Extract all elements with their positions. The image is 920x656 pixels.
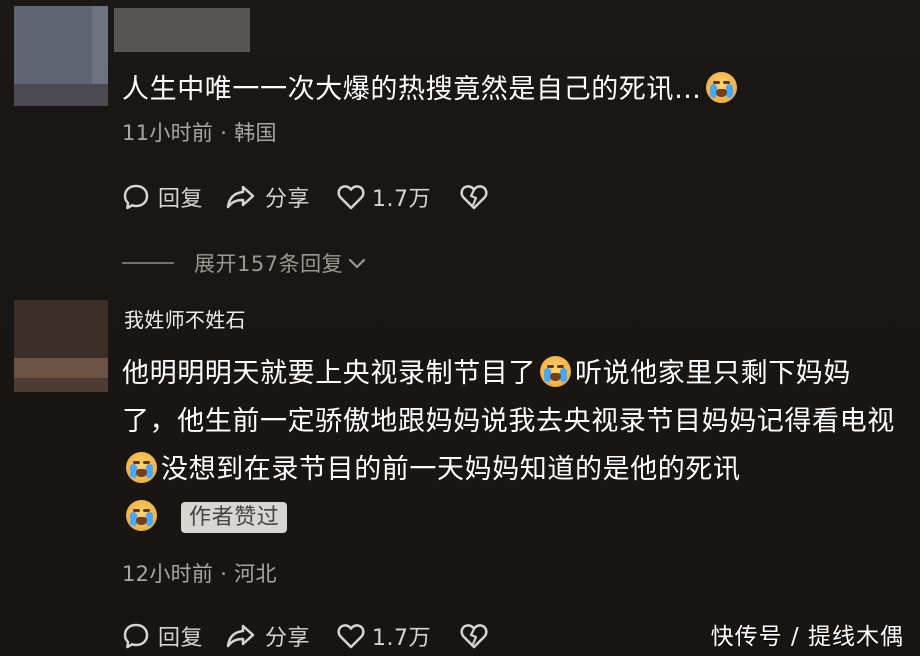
share-button[interactable]: 分享 [225,179,310,215]
comment-actions: 回复 分享 1.7万 [122,179,489,215]
expand-replies-label: 展开157条回复 [194,252,344,276]
comment-meta: 12小时前 · 河北 [122,562,277,586]
like-button[interactable]: 1.7万 [336,179,431,215]
crying-face-icon [126,500,157,531]
crying-face-icon [540,356,571,387]
chevron-down-icon [348,258,366,269]
share-arrow-icon [226,624,255,648]
crying-face-icon [126,452,157,483]
heart-icon [337,185,365,210]
like-count: 1.7万 [372,187,432,212]
comment-text-part-3: 没想到在录节目的前一天妈妈知道的是他的死讯 [161,454,741,485]
share-button[interactable]: 分享 [225,618,310,654]
crying-face-icon [705,72,737,103]
comment-text-body: 人生中唯一一次大爆的热搜竟然是自己的死讯… [122,74,702,105]
share-label: 分享 [265,626,311,651]
comment-1: 人生中唯一一次大爆的热搜竟然是自己的死讯… 11小时前 · 韩国 回复 分享 1… [0,0,920,290]
author-liked-badge: 作者赞过 [181,502,288,533]
comments-page: 人生中唯一一次大爆的热搜竟然是自己的死讯… 11小时前 · 韩国 回复 分享 1… [0,0,920,656]
heart-icon [337,624,365,649]
dislike-button[interactable] [459,179,489,215]
avatar-block-middle [14,358,108,378]
comment-text-part-1: 他明明明天就要上央视录制节目了 [122,358,536,389]
like-count: 1.7万 [372,626,432,651]
broken-heart-icon [460,624,488,649]
reply-label: 回复 [158,626,204,651]
blurred-username [114,8,250,52]
avatar-block-top [14,300,108,358]
commenter-username[interactable]: 我姓师不姓石 [124,304,246,336]
broken-heart-icon [460,185,488,210]
comment-actions: 回复 分享 1.7万 [122,618,489,654]
comment-meta: 11小时前 · 韩国 [122,121,277,145]
commenter-avatar[interactable] [14,6,108,106]
expand-divider [122,262,174,264]
reply-bubble-icon [123,623,149,649]
reply-bubble-icon [123,184,149,210]
reply-button[interactable]: 回复 [122,179,203,215]
share-label: 分享 [265,187,311,212]
like-button[interactable]: 1.7万 [336,618,431,654]
comment-2: 我姓师不姓石 他明明明天就要上央视录制节目了 听说他家里只剩下妈妈了，他生前一定骄… [0,292,920,656]
reply-label: 回复 [158,187,204,212]
share-arrow-icon [226,185,255,209]
avatar-block-bottom [14,84,108,106]
comment-text: 他明明明天就要上央视录制节目了 听说他家里只剩下妈妈了，他生前一定骄傲地跟妈妈说我… [122,350,902,542]
source-watermark: 快传号 / 提线木偶 [710,624,904,650]
commenter-avatar[interactable] [14,300,108,392]
dislike-button[interactable] [459,618,489,654]
reply-button[interactable]: 回复 [122,618,203,654]
expand-replies-button[interactable]: 展开157条回复 [194,247,367,279]
avatar-block-bottom [14,378,108,392]
comment-text: 人生中唯一一次大爆的热搜竟然是自己的死讯… [122,66,902,114]
